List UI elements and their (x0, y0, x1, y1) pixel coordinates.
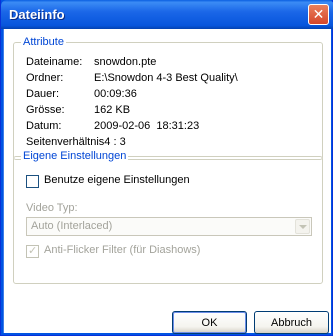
dateiinfo-dialog: Dateiinfo ✕ Attribute Dateiname: snowdon… (0, 0, 333, 336)
dialog-body: Attribute Dateiname: snowdon.pte Ordner:… (4, 29, 331, 334)
ok-button[interactable]: OK (172, 311, 247, 334)
attribute-label: Grösse: (26, 104, 65, 116)
attribute-value: 00:09:36 (94, 88, 137, 100)
checkmark-icon: ✓ (28, 245, 38, 257)
chevron-down-icon[interactable] (295, 219, 310, 234)
attribute-value: E:\Snowdon 4-3 Best Quality\ (94, 72, 238, 84)
aspect-ratio-value: 4 : 3 (104, 136, 126, 148)
antiflicker-label[interactable]: Anti-Flicker Filter (für Diashows) (44, 244, 200, 256)
title-bar[interactable]: Dateiinfo ✕ (1, 0, 333, 29)
video-type-value: Auto (Interlaced) (31, 220, 113, 232)
aspect-ratio-label: Seitenverhältnis (26, 136, 105, 148)
own-settings-legend: Eigene Einstellungen (21, 150, 129, 162)
attribute-label: Dauer: (26, 88, 60, 100)
attribute-value: 162 KB (94, 104, 131, 116)
attribute-row-aspect: Seitenverhältnis4 : 3 (26, 136, 126, 150)
attributes-group: Attribute Dateiname: snowdon.pte Ordner:… (13, 36, 323, 160)
attribute-label: Datum: (26, 120, 62, 132)
antiflicker-checkbox[interactable]: ✓ (26, 245, 39, 258)
own-settings-label[interactable]: Benutze eigene Einstellungen (44, 174, 190, 186)
close-icon: ✕ (312, 6, 325, 22)
video-type-select[interactable]: Auto (Interlaced) (26, 217, 312, 236)
cancel-button[interactable]: Abbruch (254, 311, 329, 334)
window-title: Dateiinfo (9, 7, 65, 22)
own-settings-group: Eigene Einstellungen Benutze eigene Eins… (13, 150, 323, 284)
own-settings-checkbox[interactable] (26, 175, 39, 188)
attribute-value: 2009-02-06 18:31:23 (94, 120, 200, 132)
close-button[interactable]: ✕ (308, 4, 329, 25)
attribute-label: Dateiname: (26, 56, 83, 68)
attribute-value: snowdon.pte (94, 56, 157, 68)
attributes-legend: Attribute (21, 36, 66, 48)
attribute-label: Ordner: (26, 72, 64, 84)
video-type-label: Video Typ: (26, 202, 78, 214)
